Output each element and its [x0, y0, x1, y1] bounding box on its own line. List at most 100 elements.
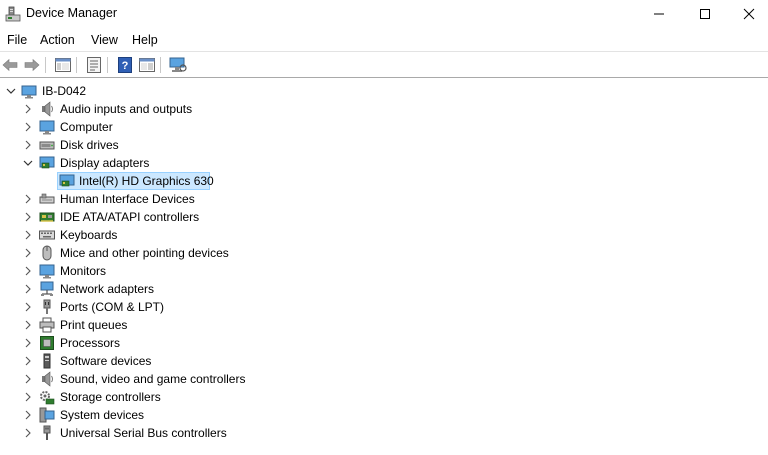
speaker-icon — [42, 101, 53, 117]
tree-category-label: Sound, video and game controllers — [60, 372, 246, 386]
tree-device-intel-hd-graphics-630[interactable]: Intel(R) HD Graphics 630 — [0, 172, 300, 190]
menu-help[interactable]: Help — [132, 33, 158, 47]
chevron-down-icon[interactable] — [5, 85, 17, 97]
chevron-right-icon[interactable] — [22, 337, 34, 349]
tree-device-label: Intel(R) HD Graphics 630 — [79, 174, 214, 188]
software-device-icon — [43, 353, 51, 369]
action-pane-button[interactable] — [137, 56, 157, 74]
display-adapter-icon — [39, 156, 55, 169]
close-icon — [743, 8, 755, 20]
processor-icon — [40, 336, 54, 350]
monitor-icon — [39, 264, 55, 279]
chevron-right-icon[interactable] — [22, 373, 34, 385]
title-bar: Device Manager — [0, 0, 768, 28]
ide-controller-icon — [39, 212, 55, 222]
toolbar-separator — [45, 57, 46, 73]
tree-category-print-queues[interactable]: Print queues — [0, 316, 300, 334]
menu-file[interactable]: File — [7, 33, 27, 47]
window-title: Device Manager — [26, 6, 118, 20]
tree-category-monitors[interactable]: Monitors — [0, 262, 300, 280]
back-arrow-icon — [2, 58, 18, 72]
chevron-right-icon[interactable] — [22, 355, 34, 367]
menu-bar: File Action View Help — [0, 29, 768, 51]
menu-action[interactable]: Action — [40, 33, 75, 47]
tree-category-label: Monitors — [60, 264, 107, 278]
minimize-icon — [654, 13, 664, 15]
computer-icon — [21, 85, 37, 99]
show-hide-console-tree-button[interactable] — [53, 56, 73, 74]
forward-arrow-icon — [24, 58, 40, 72]
tree-category-label: Print queues — [60, 318, 128, 332]
disk-drive-icon — [39, 141, 55, 150]
tree-category-computer[interactable]: Computer — [0, 118, 300, 136]
close-button[interactable] — [726, 0, 768, 28]
forward-button[interactable] — [22, 56, 42, 74]
chevron-right-icon[interactable] — [22, 193, 34, 205]
toolbar-separator — [160, 57, 161, 73]
port-icon — [43, 299, 51, 314]
tree-category-keyboards[interactable]: Keyboards — [0, 226, 300, 244]
tree-category-sound-controllers[interactable]: Sound, video and game controllers — [0, 370, 300, 388]
network-adapter-icon — [40, 281, 54, 296]
chevron-right-icon[interactable] — [22, 103, 34, 115]
scan-hardware-button[interactable] — [168, 56, 188, 74]
tree-category-audio[interactable]: Audio inputs and outputs — [0, 100, 300, 118]
maximize-button[interactable] — [682, 0, 728, 28]
chevron-right-icon[interactable] — [22, 211, 34, 223]
help-button[interactable]: ? — [115, 56, 135, 74]
toolbar-separator — [76, 57, 77, 73]
tree-category-label: IDE ATA/ATAPI controllers — [60, 210, 200, 224]
storage-controller-icon — [40, 391, 55, 405]
chevron-right-icon[interactable] — [22, 427, 34, 439]
chevron-right-icon[interactable] — [22, 283, 34, 295]
tree-category-system-devices[interactable]: System devices — [0, 406, 300, 424]
tree-category-label: Display adapters — [60, 156, 150, 170]
tree-category-hid[interactable]: Human Interface Devices — [0, 190, 300, 208]
properties-button[interactable] — [84, 56, 104, 74]
tree-category-label: System devices — [60, 408, 145, 422]
tree-category-label: Processors — [60, 336, 121, 350]
hid-icon — [39, 193, 55, 204]
system-device-icon — [39, 407, 55, 423]
scan-hardware-icon — [169, 57, 187, 72]
tree-category-mice[interactable]: Mice and other pointing devices — [0, 244, 300, 262]
tree-category-ide-controllers[interactable]: IDE ATA/ATAPI controllers — [0, 208, 300, 226]
chevron-right-icon[interactable] — [22, 409, 34, 421]
back-button[interactable] — [0, 56, 20, 74]
tree-category-label: Ports (COM & LPT) — [60, 300, 165, 314]
chevron-right-icon[interactable] — [22, 229, 34, 241]
tree-category-display-adapters[interactable]: Display adapters — [0, 154, 300, 172]
svg-text:?: ? — [122, 60, 129, 72]
action-pane-icon — [139, 58, 155, 72]
chevron-right-icon[interactable] — [22, 247, 34, 259]
tree-category-processors[interactable]: Processors — [0, 334, 300, 352]
computer-icon — [39, 120, 55, 135]
sound-controller-icon — [42, 371, 53, 387]
device-manager-icon — [5, 6, 21, 22]
chevron-down-icon[interactable] — [22, 157, 34, 169]
keyboard-icon — [39, 230, 55, 240]
usb-icon — [43, 425, 51, 440]
maximize-icon — [700, 9, 710, 19]
chevron-right-icon[interactable] — [22, 121, 34, 133]
menu-view[interactable]: View — [91, 33, 118, 47]
mouse-icon — [42, 245, 52, 261]
tree-category-storage-controllers[interactable]: Storage controllers — [0, 388, 300, 406]
chevron-right-icon[interactable] — [22, 391, 34, 403]
tree-category-software-devices[interactable]: Software devices — [0, 352, 300, 370]
toolbar: ? — [0, 51, 768, 78]
tree-category-usb-controllers[interactable]: Universal Serial Bus controllers — [0, 424, 300, 442]
tree-category-ports[interactable]: Ports (COM & LPT) — [0, 298, 300, 316]
help-icon: ? — [118, 57, 132, 73]
chevron-right-icon[interactable] — [22, 265, 34, 277]
tree-root-label: IB-D042 — [42, 84, 87, 98]
tree-category-label: Audio inputs and outputs — [60, 102, 193, 116]
chevron-right-icon[interactable] — [22, 139, 34, 151]
minimize-button[interactable] — [636, 0, 682, 28]
tree-category-disk-drives[interactable]: Disk drives — [0, 136, 300, 154]
tree-root[interactable]: IB-D042 — [0, 82, 300, 100]
chevron-right-icon[interactable] — [22, 301, 34, 313]
chevron-right-icon[interactable] — [22, 319, 34, 331]
properties-icon — [87, 57, 101, 73]
tree-category-network-adapters[interactable]: Network adapters — [0, 280, 300, 298]
